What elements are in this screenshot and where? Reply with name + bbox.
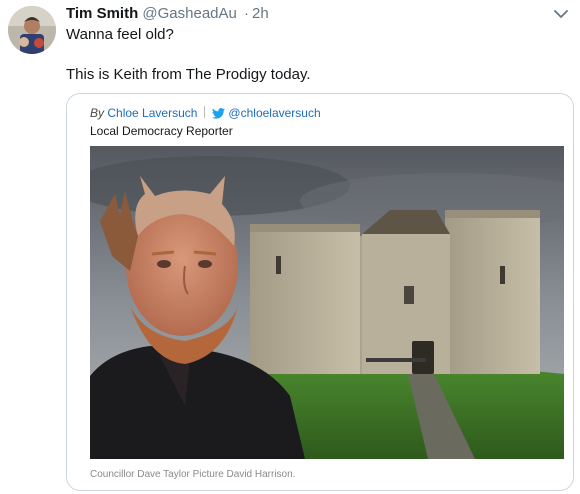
attached-image-card[interactable]: By Chloe Laversuch @chloelaversuch Local … — [66, 93, 574, 491]
reporter-handle: @chloelaversuch — [228, 106, 321, 120]
author-name[interactable]: Tim Smith — [66, 5, 138, 22]
divider — [204, 106, 206, 118]
tweet-header: Tim Smith @GasheadAu · 2h — [66, 5, 550, 23]
reporter-name: Chloe Laversuch — [107, 106, 198, 120]
tweet-line: Wanna feel old? — [66, 26, 174, 43]
chevron-down-icon[interactable] — [554, 9, 568, 19]
separator-dot: · — [244, 5, 250, 22]
tweet-line: This is Keith from The Prodigy today. — [66, 66, 311, 83]
tweet-text: Wanna feel old? This is Keith from The P… — [66, 25, 560, 85]
photo-caption: Councillor Dave Taylor Picture David Har… — [90, 469, 296, 480]
timestamp[interactable]: 2h — [252, 5, 269, 22]
news-photo — [90, 146, 564, 459]
avatar[interactable] — [8, 6, 56, 54]
by-label: By — [90, 106, 105, 120]
byline: By Chloe Laversuch @chloelaversuch — [90, 105, 321, 121]
author-handle[interactable]: @GasheadAu — [142, 5, 236, 22]
reporter-role: Local Democracy Reporter — [90, 124, 233, 138]
twitter-bird-icon — [212, 108, 226, 119]
